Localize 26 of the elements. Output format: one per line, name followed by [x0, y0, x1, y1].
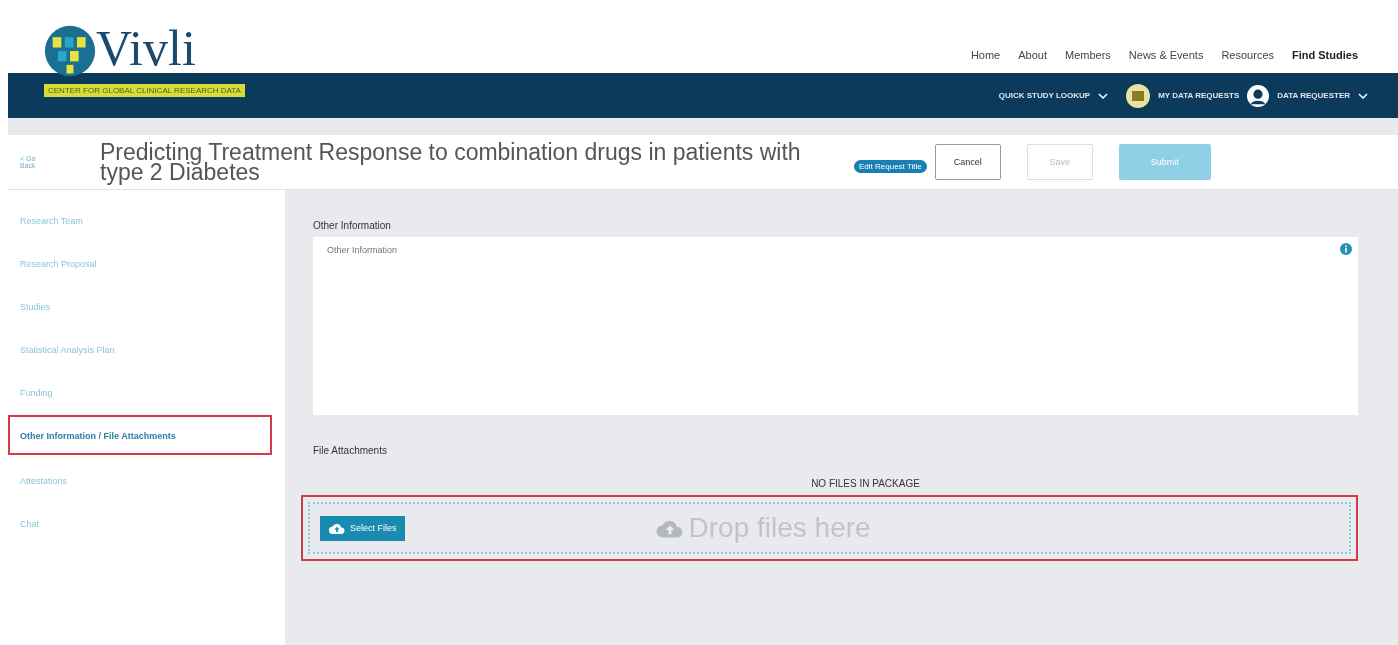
empty-message: NO FILES IN PACKAGE: [811, 478, 920, 489]
field-label: Other Information: [313, 220, 392, 231]
chevron-down-icon: [1358, 92, 1368, 99]
globe-logo-icon: [44, 25, 96, 77]
folder-icon: [1126, 83, 1151, 108]
nav-link[interactable]: Find Studies: [1292, 49, 1358, 61]
other-information-field[interactable]: Other Information: [313, 237, 1358, 415]
nav-link[interactable]: Home: [970, 49, 1001, 61]
quick-study-lookup-link[interactable]: QUICK STUDY LOOKUP: [998, 91, 1091, 100]
select-files-button[interactable]: Select Files: [320, 515, 405, 541]
sidebar-item[interactable]: Other Information / File Attachments: [8, 415, 272, 455]
my-data-requests-link[interactable]: MY DATA REQUESTS: [1158, 91, 1240, 100]
field-label: File Attachments: [313, 445, 388, 456]
nav-link[interactable]: About: [1018, 49, 1047, 61]
action-button[interactable]: Cancel: [934, 144, 1001, 180]
edit-title-button[interactable]: Edit Request Title: [854, 159, 927, 173]
chevron-down-icon: [1098, 92, 1109, 99]
nav-link[interactable]: Members: [1065, 49, 1111, 61]
nav-link[interactable]: Resources: [1221, 49, 1274, 61]
logo-text: Vivli: [96, 23, 196, 73]
cloud-upload-icon: [328, 521, 346, 535]
nav-link[interactable]: News & Events: [1128, 49, 1204, 61]
info-icon: [1340, 243, 1352, 255]
user-avatar-icon: [1247, 84, 1270, 107]
tagline: CENTER FOR GLOBAL CLINICAL RESEARCH DATA: [44, 84, 245, 97]
user-menu-link[interactable]: DATA REQUESTER: [1277, 91, 1350, 100]
